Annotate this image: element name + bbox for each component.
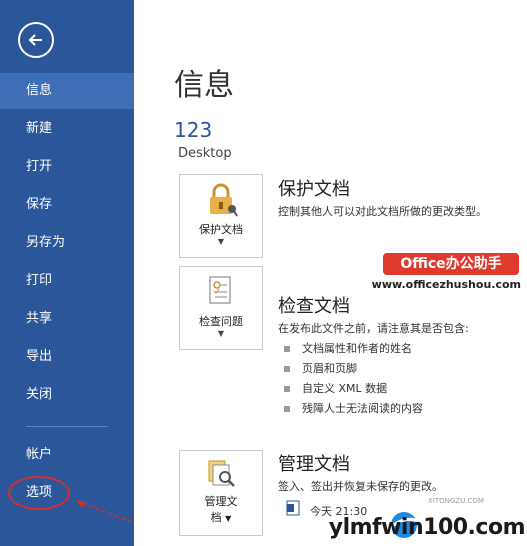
annotation-arrow	[76, 500, 133, 523]
nav-item-new[interactable]: 新建	[0, 111, 134, 147]
sidebar-divider	[26, 426, 108, 427]
watermark-text: ylmfwin100.com	[328, 515, 526, 540]
protect-document-button[interactable]: 保护文档 ▼	[179, 174, 263, 258]
nav-item-close[interactable]: 关闭	[0, 377, 134, 413]
protect-button-label: 保护文档	[199, 223, 243, 236]
document-location: Desktop	[178, 146, 232, 161]
manage-label-line1: 管理文	[204, 495, 238, 508]
brand-badge: Office办公助手	[383, 253, 519, 275]
protect-title: 保护文档	[278, 179, 350, 200]
nav-item-info[interactable]: 信息	[0, 73, 134, 109]
check-issues-label: 检查问题	[199, 315, 243, 328]
list-item: 自定义 XML 数据	[284, 380, 387, 396]
word-doc-icon	[286, 500, 300, 516]
chevron-down-icon: ▼	[217, 329, 225, 338]
back-arrow-icon	[28, 34, 42, 46]
watermark: XITONGZU.COM ylmfwin100.com	[328, 497, 527, 546]
lock-key-icon	[210, 183, 238, 217]
manage-label-line2: 档 ▼	[210, 511, 232, 524]
nav-item-open[interactable]: 打开	[0, 149, 134, 185]
inspect-document-icon	[209, 276, 231, 304]
nav-item-account[interactable]: 帐户	[0, 437, 134, 473]
nav-item-save-as[interactable]: 另存为	[0, 225, 134, 261]
brand-banner: Office办公助手 www.officezhushou.com	[241, 250, 521, 298]
brand-url: www.officezhushou.com	[371, 278, 521, 291]
manage-title: 管理文档	[278, 454, 350, 475]
watermark-sub: XITONGZU.COM	[428, 497, 484, 505]
nav-item-export[interactable]: 导出	[0, 339, 134, 375]
backstage-sidebar: 信息 新建 打开 保存 另存为 打印 共享 导出 关闭 帐户 选项	[0, 0, 134, 546]
back-button[interactable]	[18, 22, 54, 58]
manage-document-icon	[208, 460, 235, 487]
highlight-circle	[8, 476, 70, 510]
chevron-down-icon: ▼	[217, 237, 225, 246]
nav-item-print[interactable]: 打印	[0, 263, 134, 299]
document-name: 123	[174, 118, 213, 142]
nav-item-save[interactable]: 保存	[0, 187, 134, 223]
manage-document-button[interactable]: 管理文 档 ▼	[179, 450, 263, 536]
inspect-desc: 在发布此文件之前，请注意其是否包含:	[278, 322, 469, 335]
protect-desc: 控制其他人可以对此文档所做的更改类型。	[278, 205, 487, 218]
list-item: 残障人士无法阅读的内容	[284, 400, 423, 416]
nav-item-share[interactable]: 共享	[0, 301, 134, 337]
manage-desc: 签入、签出并恢复未保存的更改。	[278, 480, 443, 493]
list-item: 页眉和页脚	[284, 360, 357, 376]
list-item: 文档属性和作者的姓名	[284, 340, 412, 356]
page-title: 信息	[174, 68, 234, 103]
